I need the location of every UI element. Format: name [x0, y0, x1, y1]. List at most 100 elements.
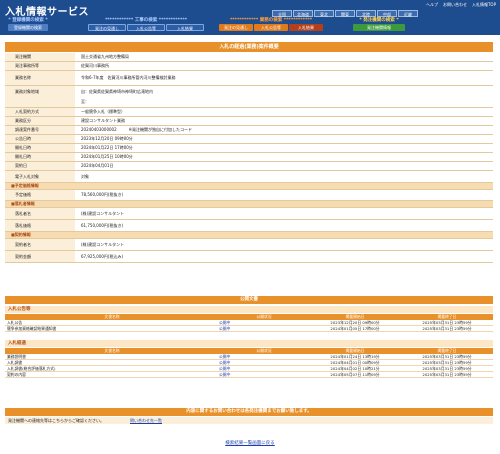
doc-status-link[interactable]: 公開中 [217, 354, 309, 359]
doc-end: 2025年03月31日 23時59分 [422, 354, 472, 359]
doc-start: 2024年04月02日 10時21分 [330, 366, 380, 371]
detail-value: 20240403000002 ※発注機関が独自に付加したコード [75, 126, 493, 134]
detail-value: 2023年12月20日 09時00分 [75, 135, 493, 143]
detail-label [5, 97, 75, 107]
doc-end: 2025年03月31日 23時59分 [422, 320, 472, 325]
detail-row: 契約日 2024年04月01日 [5, 162, 493, 171]
detail-label: 入札契約方式 [5, 108, 75, 116]
detail-row: 発注事務所等 佐賀河川事務所 [5, 62, 493, 71]
service-search-group: ************ 業務の検索 ************ 発注の見通し 入… [219, 17, 323, 31]
contact-title: 内容に関するお問い合わせは各発注機関までお願い致します。 [5, 408, 493, 416]
detail-label: 調達案件番号 [5, 126, 75, 134]
top-link[interactable]: 入札情報TOP [472, 2, 496, 8]
detail-value: 67,925,000円(税込み) [75, 251, 493, 262]
detail-label: 契約金額 [5, 251, 75, 262]
detail-value: 78,560,000円(税抜き) [75, 190, 493, 200]
detail-value: 対象 [75, 171, 493, 182]
section-header: ■予定価格情報 [5, 183, 493, 190]
ordering-org-tab[interactable]: 発注機関情報 [353, 24, 405, 31]
detail-row: 電子入札対象 対象 [5, 171, 493, 183]
group-title: * 発注機関の検索 * [359, 18, 399, 23]
group-title: * 登録機関の検索 * [8, 18, 48, 23]
region-tab[interactable]: 全国 [272, 10, 292, 17]
contact-text: 発注機関への連絡先等はこちらからご確認ください。 [8, 418, 104, 423]
detail-value: 2024年01月22日 17時00分 [75, 144, 493, 152]
region-tab[interactable]: 近畿 [398, 10, 418, 17]
detail-label: 契約日 [5, 162, 75, 170]
detail-row: 契約金額 67,925,000円(税込み) [5, 251, 493, 263]
region-tab[interactable]: 北陸 [356, 10, 376, 17]
detail-label: 電子入札対象 [5, 171, 75, 182]
detail-label: 落札者名 [5, 208, 75, 219]
section-header: ■落札者情報 [5, 201, 493, 208]
detail-value: 自：佐賀県佐賀県神埼市神埼町広滝地内 [75, 86, 493, 97]
header: 入札情報サービス ヘルプ お問い合わせ 入札情報TOP 全国 北海道 東北 関東… [0, 0, 500, 35]
table-row: 契約の内容 公開中 2024年05月07日 11時09分 2025年03月31日… [5, 372, 493, 378]
detail-row: 開札日時 2024年01月25日 10時00分 [5, 153, 493, 162]
detail-label: 開札日時 [5, 153, 75, 161]
detail-label: 契約者名 [5, 239, 75, 250]
doc-name: 業務説明書 [7, 354, 26, 359]
region-tab[interactable]: 関東 [335, 10, 355, 17]
org-search-group: * 登録機関の検索 * 登録機関の検索 [8, 17, 48, 31]
doc-start: 2024年05月07日 11時09分 [330, 372, 380, 377]
detail-row: 契約者名 (株)建設コンサルタント [5, 239, 493, 251]
detail-row: 開札日時 2024年01月22日 17時00分 [5, 144, 493, 153]
region-tab[interactable]: 北海道 [293, 10, 313, 17]
service-outlook-tab[interactable]: 発注の見通し [219, 24, 253, 31]
detail-value: 一般競争入札（標準型） [75, 108, 493, 116]
service-notice-tab[interactable]: 入札公告等 [254, 24, 288, 31]
detail-row: 入札契約方式 一般競争入札（標準型） [5, 108, 493, 117]
section-title: ■予定価格情報 [5, 183, 493, 189]
app-title: 入札情報サービス [5, 7, 89, 18]
region-tab[interactable]: 中部 [377, 10, 397, 17]
docs-title: 公開文書 [5, 296, 493, 304]
section-title: ■落札者情報 [5, 201, 493, 207]
detail-label: 発注機関 [5, 53, 75, 61]
detail-value: (株)建設コンサルタント [75, 208, 493, 219]
construction-outlook-tab[interactable]: 発注の見通し [88, 24, 126, 31]
region-tab[interactable]: 東北 [314, 10, 334, 17]
contact-link[interactable]: お問い合わせ [443, 2, 467, 8]
back-to-results: 検索結果一覧画面に戻る [0, 440, 500, 446]
doc-start: 2023年12月20日 09時00分 [330, 320, 380, 325]
construction-notice-tab[interactable]: 入札公告等 [127, 24, 165, 31]
progress-docs-title: 入札経過 [5, 340, 493, 347]
detail-label: 業務区分 [5, 117, 75, 125]
service-result-tab[interactable]: 入札結果 [289, 24, 323, 31]
detail-value: 佐賀河川事務所 [75, 62, 493, 70]
detail-row: 落札価格 61,750,000円(税抜き) [5, 220, 493, 232]
detail-row: 業務名称 令和6-7年度 佐賀河川事務所管内河川整備検討業務 [5, 71, 493, 86]
help-link[interactable]: ヘルプ [426, 2, 438, 8]
doc-name: 入札調書(総合評価落札方式) [7, 366, 56, 371]
group-title: ************ 業務の検索 ************ [229, 18, 313, 23]
detail-label: 業務対象地域 [5, 86, 75, 97]
detail-value: 国土交通省九州地方整備局 [75, 53, 493, 61]
doc-status-link[interactable]: 公開中 [217, 360, 309, 365]
detail-value: 建設コンサルタント業務 [75, 117, 493, 125]
doc-name: 入札公告 [7, 320, 23, 325]
detail-label: 開札日時 [5, 144, 75, 152]
construction-result-tab[interactable]: 入札結果 [166, 24, 204, 31]
doc-end: 2025年03月31日 23時59分 [422, 360, 472, 365]
group-title: ************ 工事の検索 ************ [104, 18, 188, 23]
detail-row: 業務区分 建設コンサルタント業務 [5, 117, 493, 126]
doc-status-link[interactable]: 公開中 [217, 372, 309, 377]
detail-value: 2024年01月25日 10時00分 [75, 153, 493, 161]
detail-row: 公告日時 2023年12月20日 09時00分 [5, 135, 493, 144]
detail-row: 発注機関 国土交通省九州地方整備局 [5, 53, 493, 62]
construction-search-group: ************ 工事の検索 ************ 発注の見通し 入… [88, 17, 204, 31]
doc-status-link[interactable]: 公開中 [217, 320, 309, 325]
doc-name: 競争参加資格確認結果通知書 [7, 326, 57, 331]
section-header: ■契約情報 [5, 232, 493, 239]
doc-status-link[interactable]: 公開中 [217, 326, 309, 331]
notice-docs-title: 入札公告等 [5, 306, 493, 313]
contact-list-link[interactable]: 問い合わせ先一覧 [130, 417, 162, 424]
detail-label: 予定価格 [5, 190, 75, 200]
org-search-tab[interactable]: 登録機関の検索 [8, 24, 48, 31]
detail-value: 令和6-7年度 佐賀河川事務所管内河川整備検討業務 [75, 71, 493, 85]
back-to-results-link[interactable]: 検索結果一覧画面に戻る [225, 441, 275, 446]
detail-label: 落札価格 [5, 220, 75, 231]
detail-row: 調達案件番号 20240403000002 ※発注機関が独自に付加したコード [5, 126, 493, 135]
doc-status-link[interactable]: 公開中 [217, 366, 309, 371]
